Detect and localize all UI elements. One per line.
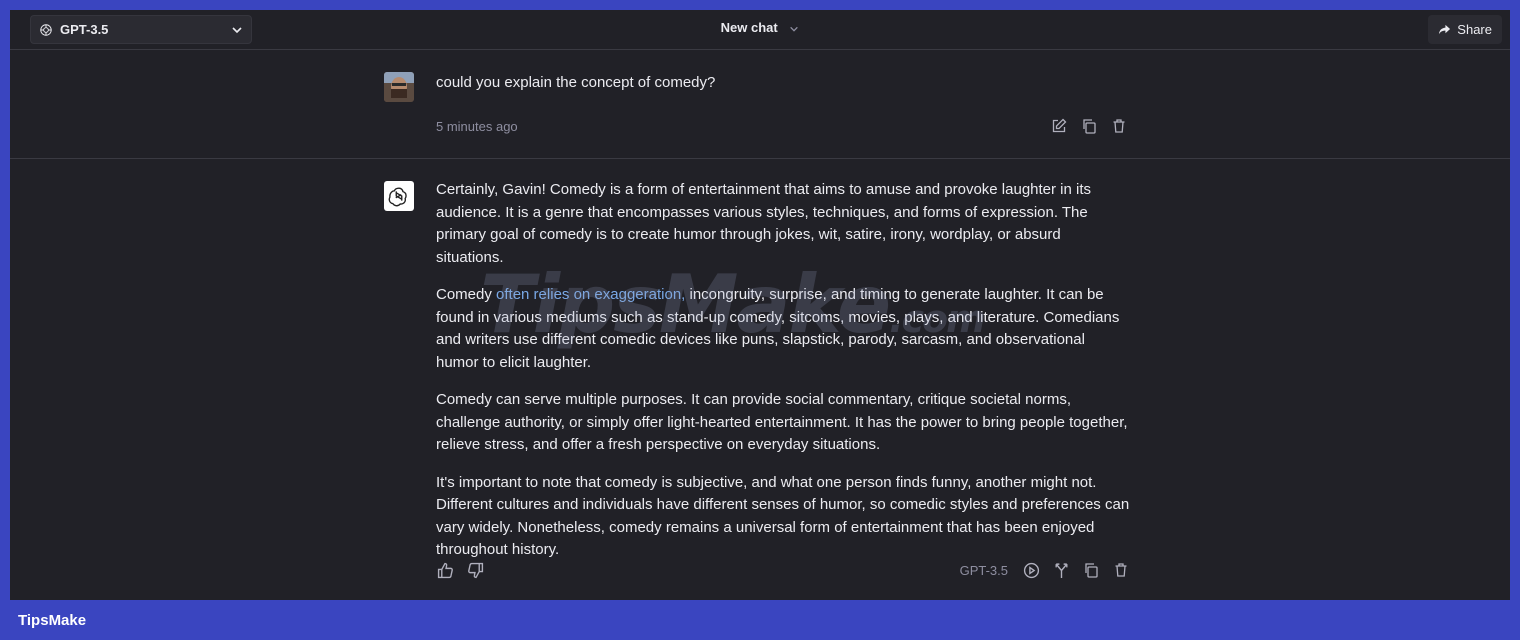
user-message: could you explain the concept of comedy?… xyxy=(10,50,1510,159)
paragraph-text: It's important to note that comedy is su… xyxy=(436,473,1130,559)
assistant-message-text: Certainly, Gavin! Comedy is a form of en… xyxy=(436,179,1130,577)
trash-icon[interactable] xyxy=(1112,561,1130,579)
message-timestamp: 5 minutes ago xyxy=(436,119,518,134)
response-paragraph: Certainly, Gavin! Comedy is a form of en… xyxy=(436,179,1130,269)
user-message-text: could you explain the concept of comedy? xyxy=(436,74,716,91)
share-arrow-icon xyxy=(1438,23,1451,36)
user-message-actions xyxy=(1050,117,1128,135)
highlighted-text: often relies on exaggeration, xyxy=(496,286,686,303)
openai-logo-icon xyxy=(388,185,410,207)
assistant-avatar xyxy=(384,181,414,211)
copy-icon[interactable] xyxy=(1082,561,1100,579)
trash-icon[interactable] xyxy=(1110,117,1128,135)
paragraph-text: Certainly, Gavin! Comedy is a form of en… xyxy=(436,181,1092,266)
edit-icon[interactable] xyxy=(1050,117,1068,135)
branch-icon[interactable] xyxy=(1052,561,1070,579)
chat-title[interactable]: New chat xyxy=(10,20,1510,35)
chat-title-label: New chat xyxy=(720,20,778,35)
share-button[interactable]: Share xyxy=(1428,15,1502,44)
assistant-message-actions: GPT-3.5 xyxy=(960,561,1130,579)
footer-brand: TipsMake xyxy=(18,612,87,629)
user-avatar xyxy=(384,72,414,102)
play-circle-icon[interactable] xyxy=(1022,561,1040,579)
feedback-buttons xyxy=(436,561,484,579)
chat-window: GPT-3.5 New chat Share could you explain… xyxy=(10,10,1510,600)
response-paragraph: Comedy often relies on exaggeration, inc… xyxy=(436,284,1130,374)
assistant-message: Certainly, Gavin! Comedy is a form of en… xyxy=(10,159,1510,600)
top-bar: GPT-3.5 New chat Share xyxy=(10,10,1510,50)
thumbs-down-icon[interactable] xyxy=(466,561,484,579)
chevron-down-icon xyxy=(789,24,799,34)
share-label: Share xyxy=(1457,22,1492,37)
model-tag: GPT-3.5 xyxy=(959,562,1008,578)
copy-icon[interactable] xyxy=(1080,117,1098,135)
paragraph-text: Comedy xyxy=(436,286,497,303)
thumbs-up-icon[interactable] xyxy=(436,561,454,579)
assistant-message-footer: GPT-3.5 xyxy=(436,559,1130,583)
paragraph-text: Comedy can serve multiple purposes. It c… xyxy=(436,391,1128,453)
response-paragraph: Comedy can serve multiple purposes. It c… xyxy=(436,389,1130,457)
response-paragraph: It's important to note that comedy is su… xyxy=(436,472,1130,562)
